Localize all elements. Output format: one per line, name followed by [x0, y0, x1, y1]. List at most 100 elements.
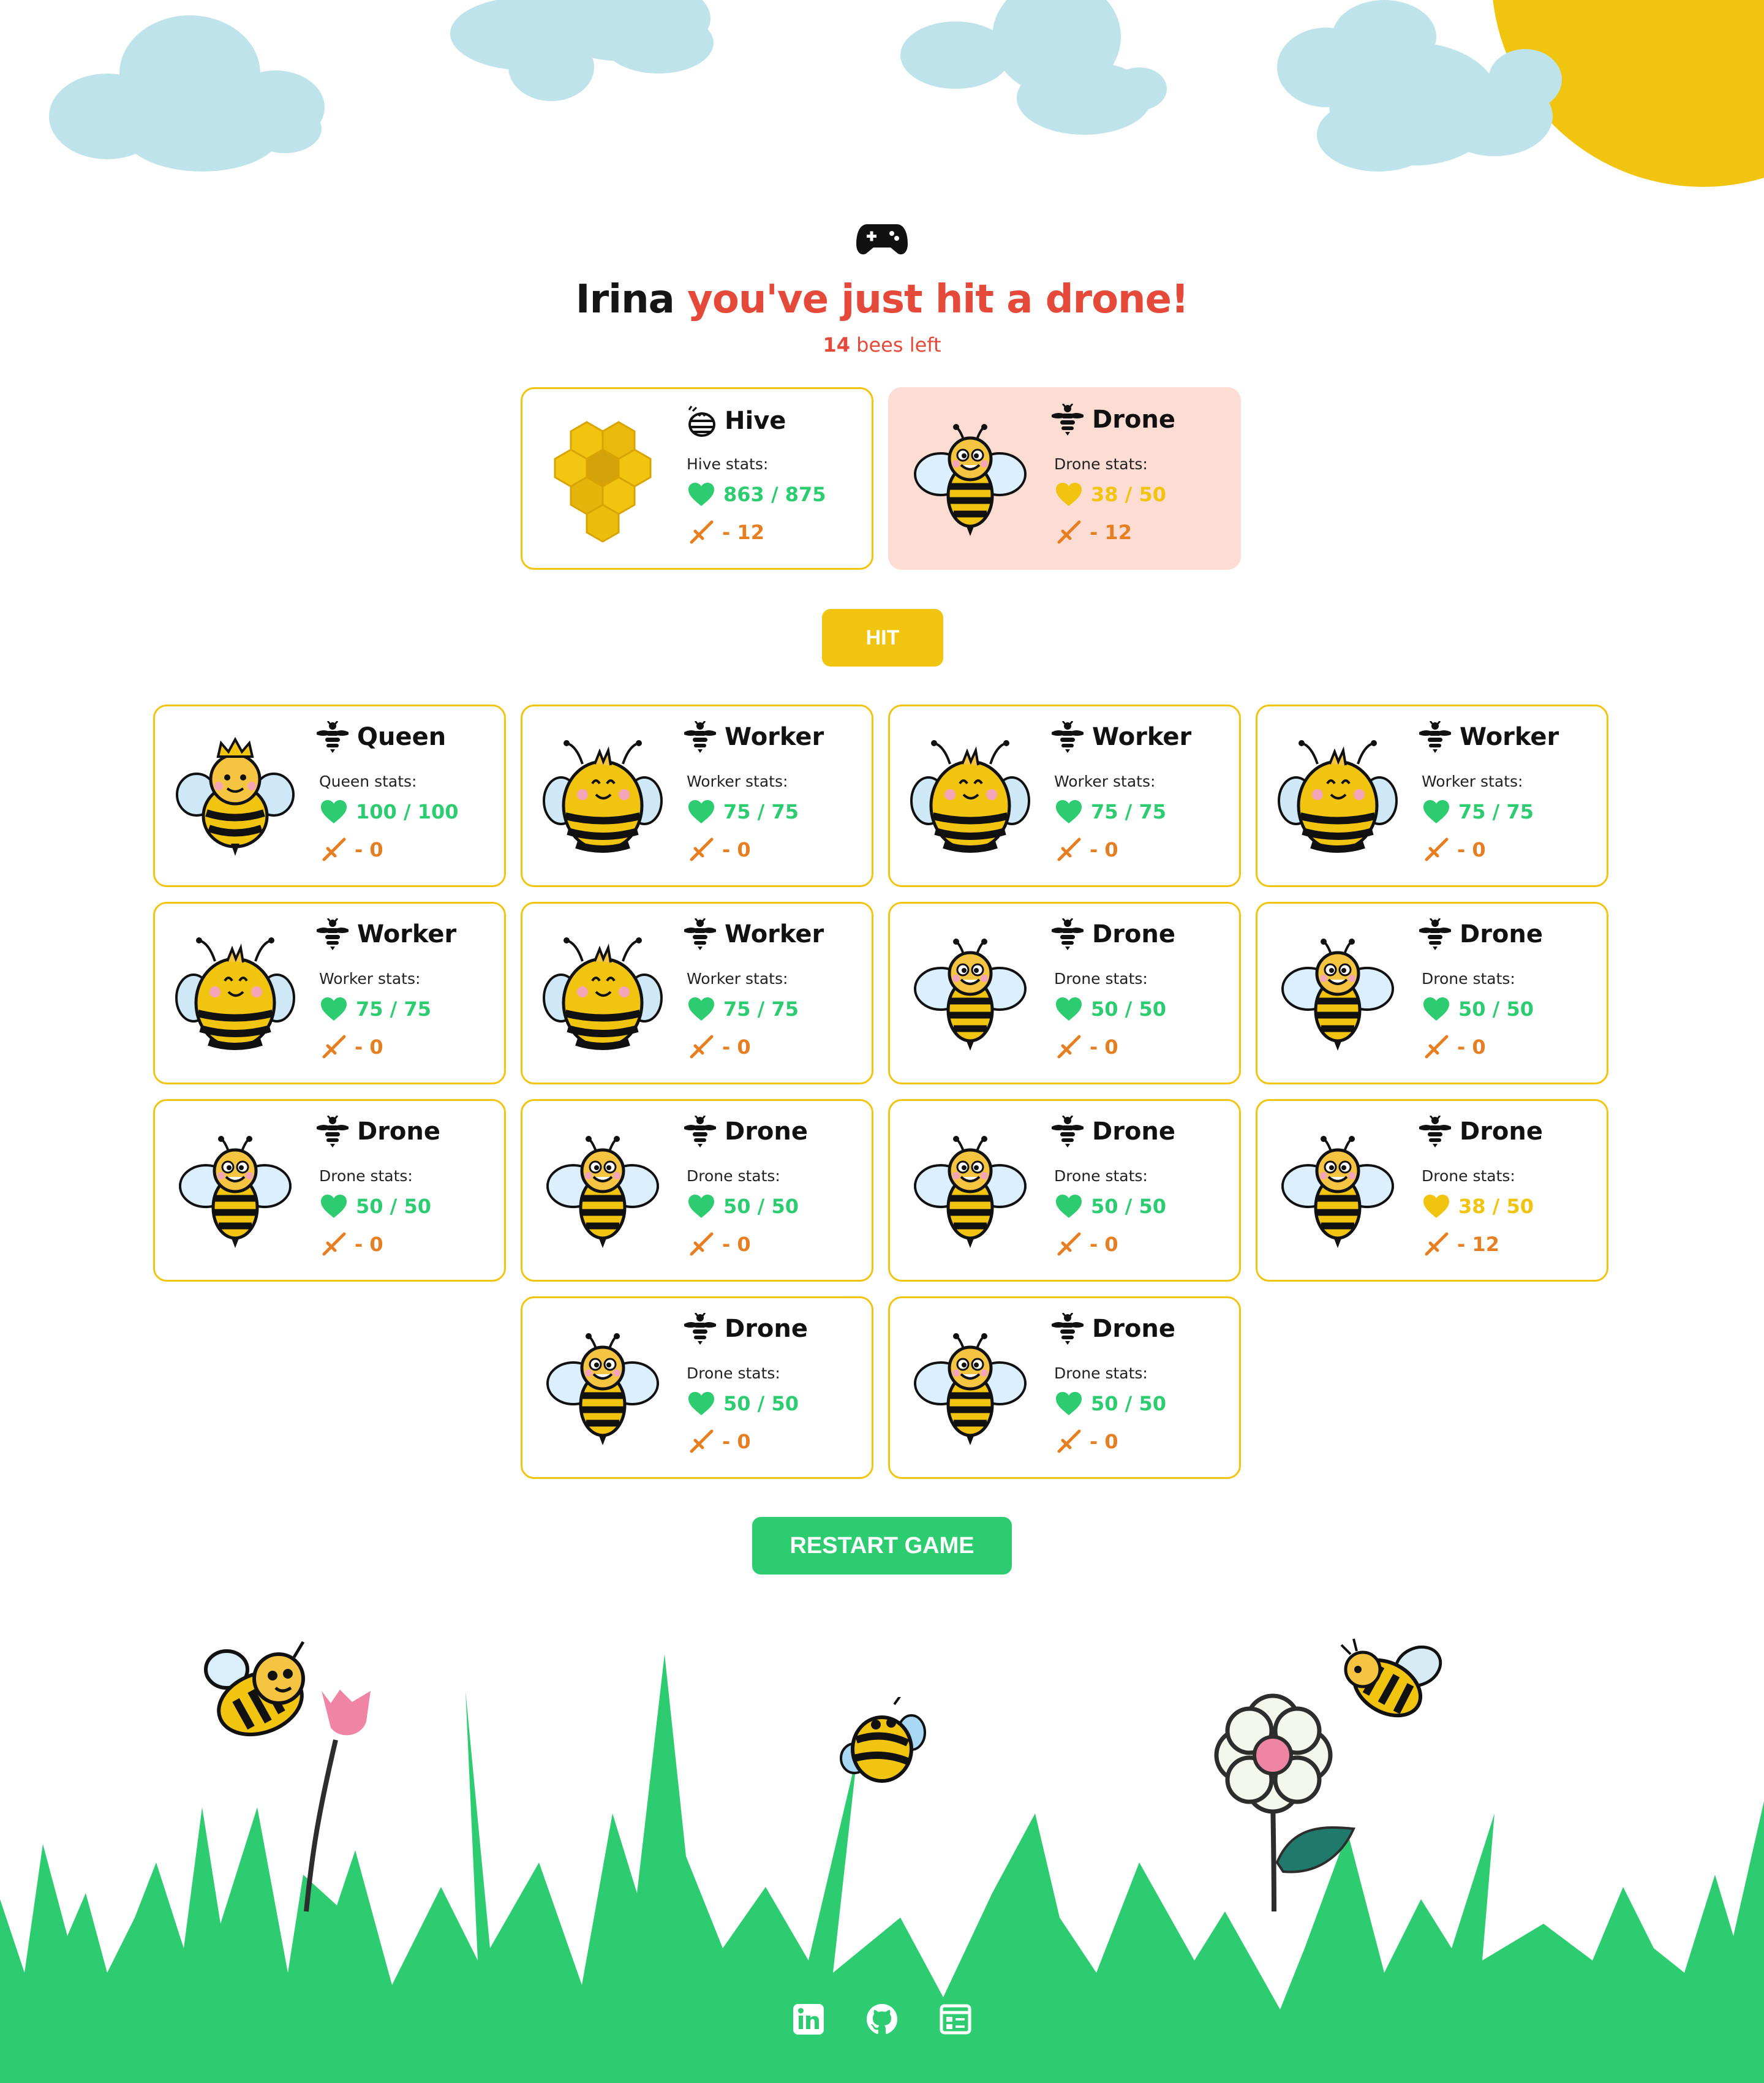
stats-label: Drone stats:: [1054, 455, 1148, 473]
heart-icon: [1055, 1194, 1082, 1219]
heart-icon: [1055, 800, 1082, 824]
damage-stat: - 0: [1057, 1035, 1118, 1059]
heart-icon: [1055, 997, 1082, 1021]
bees-left-label: bees left: [856, 333, 941, 357]
sword-icon: [689, 1035, 714, 1059]
sword-icon: [1057, 1429, 1081, 1454]
damage-value: - 12: [1457, 1233, 1499, 1256]
heart-icon: [320, 1194, 347, 1219]
health-value: 75 / 75: [356, 997, 432, 1021]
bee-card-worker: Worker Worker stats: 75 / 75 - 0: [521, 705, 873, 887]
sword-icon: [1424, 837, 1449, 862]
card-title-text: Worker: [725, 723, 824, 751]
sword-icon: [689, 837, 714, 862]
card-title-text: Worker: [725, 920, 824, 948]
tulip-stem: [304, 1739, 338, 1912]
heart-icon: [688, 800, 715, 824]
bees-left-counter: 14 bees left: [0, 333, 1764, 357]
sword-icon: [689, 520, 714, 545]
bee-card-worker: Worker Worker stats: 75 / 75 - 0: [888, 705, 1241, 887]
heart-icon: [688, 1391, 715, 1416]
sky-decoration: [49, 0, 1764, 187]
health-stat: 75 / 75: [688, 997, 799, 1021]
card-title: Drone: [315, 1116, 440, 1147]
card-title-text: Drone: [357, 1117, 441, 1146]
player-name: Irina: [575, 277, 675, 322]
flying-bee: [204, 1641, 305, 1737]
flying-bee: [840, 1697, 926, 1783]
bee-icon: [1050, 404, 1085, 436]
target-card-drone: Drone Drone stats: 38 / 50 - 12: [888, 387, 1241, 570]
health-value: 50 / 50: [723, 1392, 799, 1415]
card-title: Hive: [683, 404, 786, 438]
bee-icon: [683, 721, 717, 753]
damage-value: - 0: [1090, 838, 1118, 861]
health-value: 863 / 875: [723, 483, 826, 506]
card-title: Drone: [683, 1313, 808, 1345]
stats-label: Worker stats:: [319, 970, 421, 988]
cloud: [49, 15, 325, 172]
status-headline: Irina you've just hit a drone!: [0, 277, 1764, 322]
card-title-text: Drone: [1092, 406, 1176, 434]
hive-icon: [683, 404, 717, 438]
damage-stat: - 0: [1057, 837, 1118, 862]
bee-card-drone: Drone Drone stats: 50 / 50 - 0: [521, 1296, 873, 1479]
card-title-text: Drone: [1460, 1117, 1544, 1146]
health-stat: 50 / 50: [320, 1194, 431, 1219]
damage-value: - 0: [355, 838, 383, 861]
damage-value: - 0: [722, 1035, 751, 1059]
github-icon[interactable]: [865, 2002, 899, 2036]
heart-icon: [688, 997, 715, 1021]
hit-button[interactable]: HIT: [822, 609, 943, 667]
health-stat: 75 / 75: [1423, 800, 1534, 824]
card-title: Drone: [1050, 1313, 1175, 1345]
damage-value: - 12: [722, 521, 764, 544]
health-value: 50 / 50: [723, 1195, 799, 1218]
damage-value: - 0: [355, 1233, 383, 1256]
health-stat: 100 / 100: [320, 800, 459, 824]
gamepad-icon: [856, 224, 908, 255]
heart-icon: [320, 800, 347, 824]
bee-icon: [315, 721, 350, 753]
restart-game-button[interactable]: RESTART GAME: [752, 1517, 1012, 1575]
health-stat: 75 / 75: [320, 997, 431, 1021]
sword-icon: [1057, 837, 1081, 862]
damage-stat: - 0: [689, 1035, 751, 1059]
damage-value: - 12: [1090, 521, 1132, 544]
stats-label: Drone stats:: [1422, 970, 1515, 988]
worker-illustration: [907, 733, 1033, 860]
worker-illustration: [540, 733, 666, 860]
damage-stat: - 0: [689, 1232, 751, 1257]
card-title-text: Drone: [1092, 920, 1176, 948]
portfolio-icon[interactable]: [938, 2002, 973, 2036]
tulip-flower: [322, 1690, 371, 1736]
card-title: Worker: [1050, 721, 1191, 753]
drone-illustration: [540, 1128, 666, 1254]
health-value: 50 / 50: [1091, 997, 1167, 1021]
damage-value: - 0: [722, 1430, 751, 1453]
damage-value: - 0: [722, 1233, 751, 1256]
drone-illustration: [907, 416, 1033, 542]
stats-label: Drone stats:: [1054, 1364, 1148, 1382]
drone-illustration: [540, 1325, 666, 1451]
stats-label: Drone stats:: [1054, 1167, 1148, 1185]
bee-card-worker: Worker Worker stats: 75 / 75 - 0: [153, 902, 506, 1084]
drone-illustration: [907, 931, 1033, 1057]
stats-label: Worker stats:: [1054, 773, 1156, 790]
sword-icon: [689, 1232, 714, 1257]
heart-icon: [1055, 482, 1082, 507]
heart-icon: [1423, 800, 1450, 824]
worker-illustration: [172, 931, 298, 1057]
damage-stat: - 0: [1424, 1035, 1486, 1059]
heart-icon: [1423, 997, 1450, 1021]
bee-card-queen: Queen Queen stats: 100 / 100 - 0: [153, 705, 506, 887]
linkedin-icon[interactable]: [791, 2002, 826, 2036]
health-stat: 38 / 50: [1055, 482, 1166, 507]
health-value: 75 / 75: [1091, 800, 1167, 823]
damage-value: - 0: [1090, 1430, 1118, 1453]
bee-card-drone: Drone Drone stats: 50 / 50 - 0: [888, 902, 1241, 1084]
stats-label: Worker stats:: [687, 970, 788, 988]
stats-label: Drone stats:: [1422, 1167, 1515, 1185]
stats-label: Drone stats:: [687, 1167, 780, 1185]
bee-icon: [683, 1313, 717, 1345]
